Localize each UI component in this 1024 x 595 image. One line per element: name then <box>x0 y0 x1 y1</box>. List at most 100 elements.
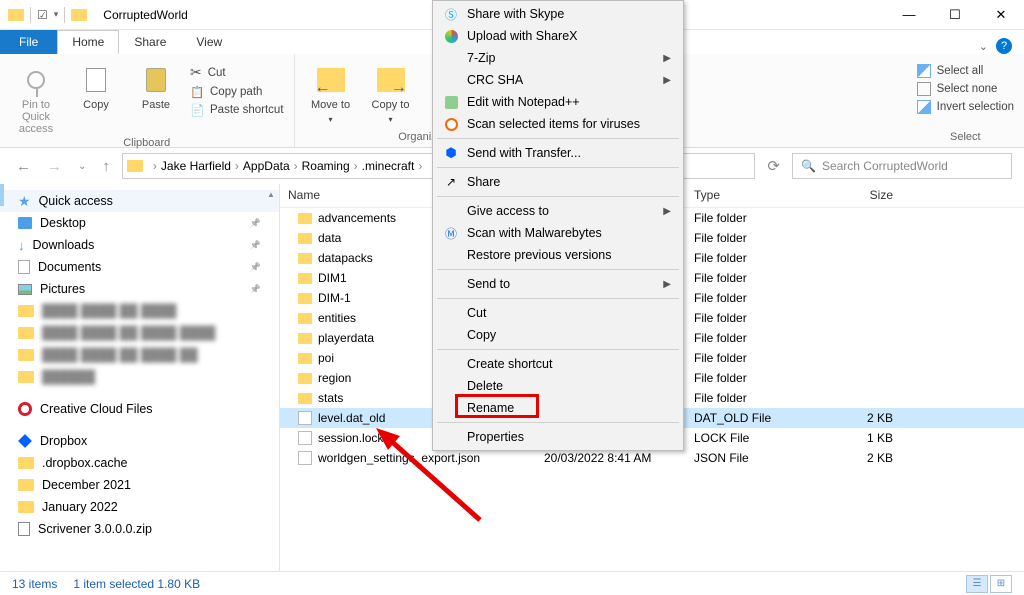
submenu-arrow-icon: ▶ <box>663 206 671 217</box>
ctx-send-to[interactable]: Send to▶ <box>435 273 681 295</box>
ctx-restore-versions[interactable]: Restore previous versions <box>435 244 681 266</box>
nav-dec-2021[interactable]: December 2021 <box>0 474 279 496</box>
refresh-button[interactable]: ⟳ <box>763 153 784 179</box>
tab-view[interactable]: View <box>181 30 237 54</box>
up-button[interactable]: ↑ <box>98 154 114 179</box>
nav-desktop[interactable]: Desktop <box>0 212 279 234</box>
file-name: level.dat_old <box>318 411 385 425</box>
nav-dropbox-cache[interactable]: .dropbox.cache <box>0 452 279 474</box>
minimize-button[interactable]: — <box>886 0 932 30</box>
ctx-cut[interactable]: Cut <box>435 302 681 324</box>
file-type: File folder <box>686 231 811 245</box>
copy-button[interactable]: Copy <box>70 58 122 111</box>
skype-icon: Ⓢ <box>443 6 459 22</box>
select-group-label: Select <box>917 129 1014 143</box>
ctx-7zip[interactable]: 7-Zip▶ <box>435 47 681 69</box>
maximize-button[interactable]: ☐ <box>932 0 978 30</box>
file-icon <box>298 451 312 465</box>
forward-button[interactable]: → <box>43 154 66 179</box>
file-name: stats <box>318 391 343 405</box>
file-name: region <box>318 371 351 385</box>
tab-home[interactable]: Home <box>57 30 119 54</box>
ribbon-collapse-icon[interactable]: ⌄ <box>979 40 988 53</box>
select-none-button[interactable]: Select none <box>917 80 1014 98</box>
ctx-give-access[interactable]: Give access to▶ <box>435 200 681 222</box>
folder-icon <box>298 313 312 324</box>
close-button[interactable]: ✕ <box>978 0 1024 30</box>
folder-icon <box>298 373 312 384</box>
qa-check-icon[interactable]: ☑ <box>37 8 48 22</box>
back-button[interactable]: ← <box>12 154 35 179</box>
tab-file[interactable]: File <box>0 30 57 54</box>
move-to-button[interactable]: Move to▾ <box>305 58 357 126</box>
col-type[interactable]: Type <box>686 184 811 207</box>
copy-to-button[interactable]: Copy to▾ <box>365 58 417 126</box>
file-row[interactable]: worldgen_settings_export.json20/03/2022 … <box>280 448 1024 468</box>
nav-folder-recent[interactable]: ████ ████ ██ ████ ██ <box>0 344 279 366</box>
folder-icon <box>298 233 312 244</box>
ctx-properties[interactable]: Properties <box>435 426 681 448</box>
ctx-share[interactable]: ↗Share <box>435 171 681 193</box>
help-icon[interactable]: ? <box>996 38 1012 54</box>
breadcrumb: AppData› <box>243 159 302 173</box>
nav-documents[interactable]: Documents <box>0 256 279 278</box>
nav-folder-recent[interactable]: ████ ████ ██ ████ ████ <box>0 322 279 344</box>
nav-scroll-up-icon[interactable] <box>267 186 277 196</box>
folder-icon <box>18 349 34 361</box>
nav-scrivener-zip[interactable]: Scrivener 3.0.0.0.zip <box>0 518 279 540</box>
tab-share[interactable]: Share <box>119 30 181 54</box>
file-name: datapacks <box>318 251 373 265</box>
quick-access-header[interactable]: ★Quick access <box>0 190 279 212</box>
antivirus-icon <box>443 116 459 132</box>
ctx-scan-virus[interactable]: Scan selected items for viruses <box>435 113 681 135</box>
ctx-delete[interactable]: Delete <box>435 375 681 397</box>
copy-path-button[interactable]: 📋Copy path <box>190 83 284 101</box>
folder-icon <box>298 253 312 264</box>
ctx-upload-sharex[interactable]: Upload with ShareX <box>435 25 681 47</box>
file-type: File folder <box>686 271 811 285</box>
breadcrumb: .minecraft› <box>362 159 427 173</box>
nav-folder-recent[interactable]: ████ ████ ██ ████ <box>0 300 279 322</box>
file-size: 1 KB <box>811 431 901 445</box>
ctx-rename[interactable]: Rename <box>435 397 681 419</box>
scissors-icon: ✂ <box>190 64 202 81</box>
nav-folder-recent[interactable]: ██████ <box>0 366 279 388</box>
nav-jan-2022[interactable]: January 2022 <box>0 496 279 518</box>
search-placeholder: Search CorruptedWorld <box>822 159 948 173</box>
search-icon: 🔍 <box>801 159 816 173</box>
recent-dropdown-icon[interactable]: ⌄ <box>74 157 90 176</box>
dropbox-icon: ⬢ <box>443 145 459 161</box>
col-size[interactable]: Size <box>811 184 901 207</box>
file-type: File folder <box>686 291 811 305</box>
folder-icon <box>18 501 34 513</box>
ctx-create-shortcut[interactable]: Create shortcut <box>435 353 681 375</box>
status-selection: 1 item selected 1.80 KB <box>73 577 200 591</box>
nav-pictures[interactable]: Pictures <box>0 278 279 300</box>
nav-creative-cloud[interactable]: Creative Cloud Files <box>0 398 279 420</box>
folder-icon <box>18 479 34 491</box>
paste-button[interactable]: Paste <box>130 58 182 111</box>
cut-button[interactable]: ✂Cut <box>190 62 284 83</box>
view-icons-button[interactable]: ⊞ <box>990 575 1012 593</box>
ctx-send-transfer[interactable]: ⬢Send with Transfer... <box>435 142 681 164</box>
app-folder-icon <box>8 9 24 21</box>
invert-selection-button[interactable]: Invert selection <box>917 98 1014 116</box>
nav-downloads[interactable]: ↓Downloads <box>0 234 279 256</box>
address-folder-icon <box>127 160 143 172</box>
ctx-copy[interactable]: Copy <box>435 324 681 346</box>
view-details-button[interactable]: ☰ <box>966 575 988 593</box>
ctx-share-skype[interactable]: ⓈShare with Skype <box>435 3 681 25</box>
qa-dropdown-icon[interactable]: ▾ <box>54 9 59 20</box>
ctx-scan-malwarebytes[interactable]: ⓂScan with Malwarebytes <box>435 222 681 244</box>
search-box[interactable]: 🔍 Search CorruptedWorld <box>792 153 1012 179</box>
nav-dropbox[interactable]: Dropbox <box>0 430 279 452</box>
ctx-notepad[interactable]: Edit with Notepad++ <box>435 91 681 113</box>
ctx-crc-sha[interactable]: CRC SHA▶ <box>435 69 681 91</box>
folder-icon <box>298 393 312 404</box>
paste-shortcut-button[interactable]: 📄Paste shortcut <box>190 101 284 119</box>
current-folder-icon <box>71 9 87 21</box>
select-all-button[interactable]: Select all <box>917 62 1014 80</box>
creative-cloud-icon <box>18 402 32 416</box>
file-name: data <box>318 231 341 245</box>
pin-quick-access-button[interactable]: Pin to Quick access <box>10 58 62 135</box>
